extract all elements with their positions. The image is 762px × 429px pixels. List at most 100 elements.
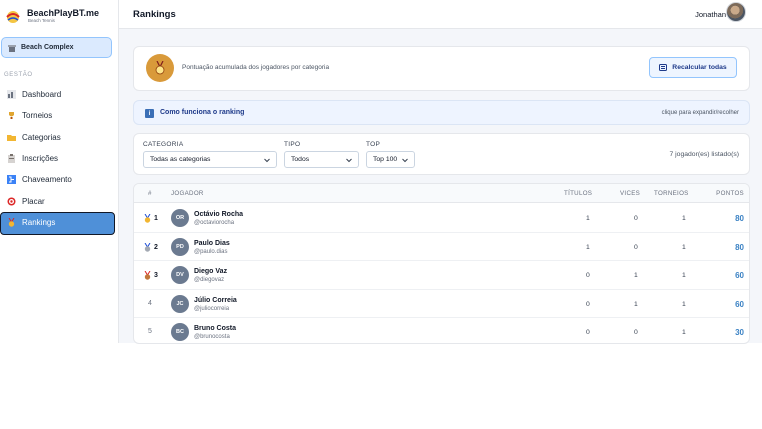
sidebar-item-inscricoes[interactable]: Inscrições <box>0 148 119 169</box>
points-cell: 80 <box>735 242 744 252</box>
rank-number: 1 <box>154 215 158 222</box>
player-avatar: DV <box>171 266 189 284</box>
player-avatar: BC <box>171 323 189 341</box>
tournaments-cell: 1 <box>682 272 686 279</box>
folder-icon <box>7 134 16 141</box>
points-cell: 60 <box>735 271 744 280</box>
table-header: # JOGADOR TÍTULOS VICES TORNEIOS PONTOS <box>134 184 749 203</box>
chart-icon <box>7 90 16 100</box>
player-username: @brunocosta <box>194 334 230 340</box>
table-row[interactable]: 3 DV Diego Vaz @diegovaz 0 1 1 60 <box>134 261 749 290</box>
table-row[interactable]: 1 OR Octávio Rocha @octaviorocha 1 0 1 8… <box>134 204 749 233</box>
sidebar-item-placar[interactable]: Placar <box>0 190 119 211</box>
player-name[interactable]: Octávio Rocha <box>194 211 243 218</box>
ranking-summary-card: Pontuação acumulada dos jogadores por ca… <box>133 46 750 91</box>
medal-badge <box>146 54 174 82</box>
player-name[interactable]: Diego Vaz <box>194 268 227 275</box>
col-vices: VICES <box>620 190 641 197</box>
player-avatar: OR <box>171 209 189 227</box>
tournaments-cell: 1 <box>682 300 686 308</box>
col-player: JOGADOR <box>171 190 204 197</box>
rank-cell: 1 <box>144 214 158 223</box>
rank-number: 5 <box>148 328 152 335</box>
sidebar: BeachPlayBT.me Beach Tennis Beach Comple… <box>0 0 119 343</box>
type-select-value: Todos <box>291 156 310 163</box>
complex-label: Beach Complex <box>21 44 74 51</box>
player-username: @juliocorreia <box>194 305 230 312</box>
recalculate-all-label: Recalcular todas <box>672 64 727 71</box>
titles-cell: 0 <box>586 329 590 336</box>
avatar[interactable] <box>726 2 746 22</box>
rank-cell: 4 <box>144 300 152 307</box>
vices-cell: 0 <box>634 329 638 336</box>
type-filter-label: TIPO <box>284 141 301 148</box>
filters-card: CATEGORIA Todas as categorias TIPO Todos… <box>133 133 750 175</box>
sidebar-item-label: Rankings <box>22 217 56 227</box>
info-title: Como funciona o ranking <box>160 109 245 116</box>
player-username: @octaviorocha <box>194 220 235 226</box>
gold-medal-icon <box>144 214 151 223</box>
tournaments-cell: 1 <box>682 243 686 251</box>
vices-cell: 0 <box>634 215 638 222</box>
clipboard-icon <box>8 154 15 164</box>
silver-medal-icon <box>144 242 151 252</box>
brand-name: BeachPlayBT.me <box>27 8 100 18</box>
top-select[interactable]: Top 100 <box>366 151 415 168</box>
rank-cell: 3 <box>144 271 158 280</box>
calculator-icon <box>659 64 668 71</box>
vices-cell: 0 <box>634 243 638 251</box>
brand-logo-icon <box>6 11 20 23</box>
rank-number: 2 <box>154 243 158 251</box>
sidebar-item-categorias[interactable]: Categorias <box>0 127 119 148</box>
type-select[interactable]: Todos <box>284 151 359 168</box>
tournaments-cell: 1 <box>682 329 686 336</box>
player-count: 7 jogador(es) listado(s) <box>669 151 739 158</box>
recalculate-all-button[interactable]: Recalcular todas <box>649 57 737 78</box>
rank-number: 4 <box>148 299 152 307</box>
sidebar-item-rankings[interactable]: Rankings <box>0 211 119 236</box>
top-select-value: Top 100 <box>373 156 398 163</box>
category-select[interactable]: Todas as categorias <box>143 151 277 168</box>
points-cell: 30 <box>735 328 744 337</box>
player-name[interactable]: Bruno Costa <box>194 325 236 332</box>
sidebar-item-label: Dashboard <box>22 90 62 100</box>
info-hint: clique para expandir/recolher <box>661 110 739 116</box>
sidebar-item-chaveamento[interactable]: Chaveamento <box>0 169 119 190</box>
top-bar: Rankings Jonathan <box>119 0 762 29</box>
info-icon: i <box>145 109 154 118</box>
chevron-down-icon <box>402 158 408 163</box>
player-name[interactable]: Paulo Dias <box>194 240 230 247</box>
user-name[interactable]: Jonathan <box>695 10 726 19</box>
col-rank: # <box>148 190 152 197</box>
points-cell: 60 <box>735 299 744 309</box>
trophy-icon <box>9 112 14 120</box>
sidebar-item-dashboard[interactable]: Dashboard <box>0 84 119 105</box>
points-cell: 80 <box>735 214 744 223</box>
sidebar-item-label: Inscrições <box>22 154 59 164</box>
complex-selector[interactable]: Beach Complex <box>1 37 112 58</box>
medal-icon <box>155 61 165 75</box>
ranking-table: # JOGADOR TÍTULOS VICES TORNEIOS PONTOS … <box>133 183 750 344</box>
player-username: @paulo.dias <box>194 248 228 255</box>
category-filter-label: CATEGORIA <box>143 141 184 148</box>
table-row[interactable]: 2 PD Paulo Dias @paulo.dias 1 0 1 80 <box>134 233 749 261</box>
col-titles: TÍTULOS <box>564 190 593 197</box>
table-row[interactable]: 4 JC Júlio Correia @juliocorreia 0 1 1 6… <box>134 290 749 318</box>
sidebar-item-torneios[interactable]: Torneios <box>0 105 119 126</box>
sidebar-item-label: Chaveamento <box>22 175 72 185</box>
bracket-icon <box>7 175 16 185</box>
ranking-subtitle: Pontuação acumulada dos jogadores por ca… <box>182 64 330 71</box>
player-name[interactable]: Júlio Correia <box>194 297 237 304</box>
page-title: Rankings <box>133 9 176 20</box>
ranking-info-toggle[interactable]: i Como funciona o ranking clique para ex… <box>133 100 750 125</box>
brand[interactable]: BeachPlayBT.me Beach Tennis <box>0 0 118 32</box>
bronze-medal-icon <box>144 271 151 280</box>
col-points: PONTOS <box>716 190 744 197</box>
category-select-value: Todas as categorias <box>150 156 211 163</box>
sidebar-item-label: Categorias <box>22 132 61 142</box>
sidebar-section-label: GESTÃO <box>4 72 33 78</box>
medal-icon <box>8 217 15 227</box>
target-icon <box>7 197 16 206</box>
table-row[interactable]: 5 BC Bruno Costa @brunocosta 0 0 1 30 <box>134 318 749 343</box>
titles-cell: 0 <box>586 300 590 308</box>
